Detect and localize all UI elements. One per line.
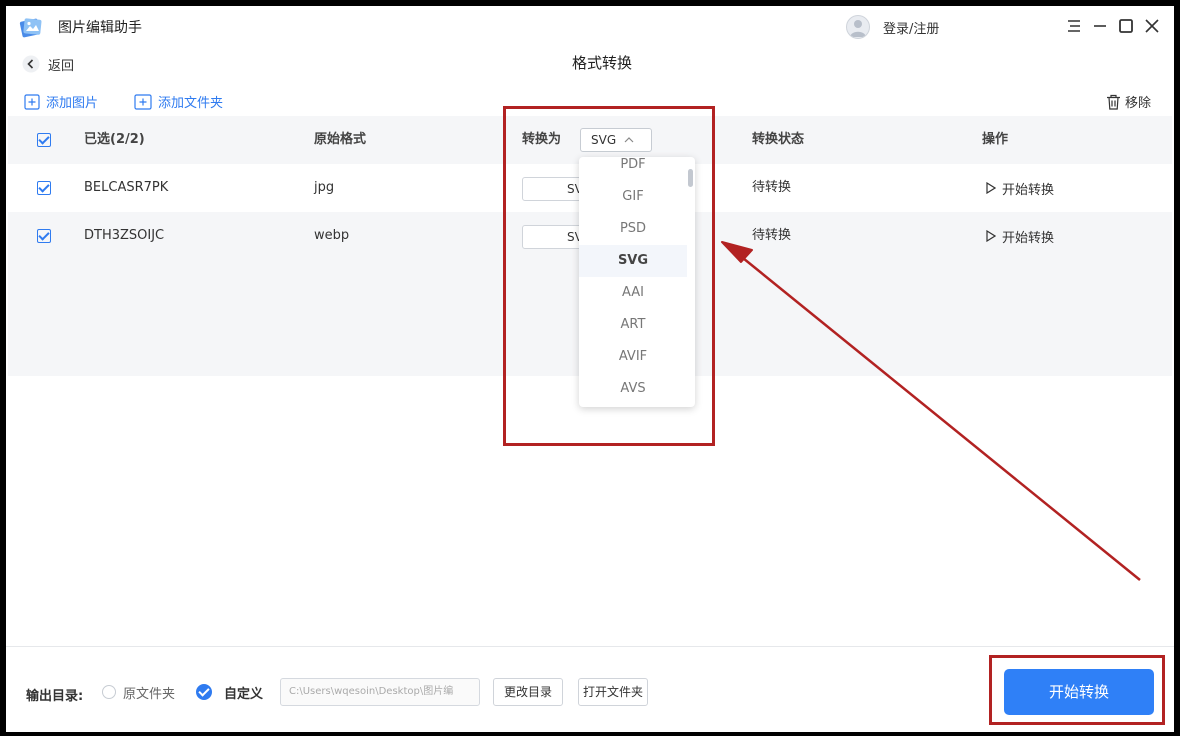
file-status: 待转换 (752, 228, 792, 243)
file-format: jpg (314, 180, 335, 195)
trash-icon (1107, 94, 1120, 110)
file-status: 待转换 (752, 180, 792, 195)
add-image-label: 添加图片 (46, 96, 99, 111)
maximize-icon[interactable] (1116, 16, 1136, 36)
row-checkbox[interactable] (37, 229, 51, 243)
row-checkbox[interactable] (37, 181, 51, 195)
app-title: 图片编辑助手 (58, 20, 142, 36)
menu-icon[interactable] (1064, 16, 1084, 36)
file-name: DTH3ZSOIJC (84, 228, 165, 243)
change-dir-button[interactable]: 更改目录 (493, 678, 563, 706)
row-start-convert-label: 开始转换 (1002, 230, 1055, 246)
row-start-convert-button[interactable]: 开始转换 (986, 212, 1054, 260)
login-register-link[interactable]: 登录/注册 (883, 18, 939, 37)
output-path-input[interactable]: C:\Users\wqesoin\Desktop\图片编 (280, 678, 480, 706)
user-icon (850, 20, 866, 37)
column-header-status: 转换状态 (752, 132, 805, 147)
app-logo-icon (19, 18, 42, 38)
add-image-icon (24, 93, 40, 110)
file-name: BELCASR7PK (84, 180, 169, 195)
select-all-checkbox[interactable] (37, 133, 51, 147)
page-title: 格式转换 (571, 54, 632, 72)
file-format: webp (314, 228, 350, 243)
remove-button[interactable]: 移除 (1106, 92, 1151, 111)
annotation-box-dropdown (503, 106, 715, 446)
remove-label: 移除 (1125, 96, 1152, 111)
app-window: 图片编辑助手 登录/注册 返回 格式转换 添加图片 添加文件夹 移除 已选(2/… (6, 6, 1174, 732)
radio-original-folder-label[interactable]: 原文件夹 (123, 683, 175, 702)
radio-custom[interactable] (196, 684, 212, 700)
column-header-selected: 已选(2/2) (84, 132, 145, 147)
play-icon (986, 230, 996, 242)
radio-original-folder[interactable] (102, 685, 116, 699)
output-dir-label: 输出目录: (26, 689, 84, 704)
open-folder-button[interactable]: 打开文件夹 (578, 678, 648, 706)
add-folder-label: 添加文件夹 (158, 96, 224, 111)
add-image-button[interactable]: 添加图片 (24, 92, 98, 111)
add-folder-icon (134, 93, 152, 110)
row-start-convert-label: 开始转换 (1002, 182, 1055, 198)
avatar[interactable] (846, 15, 870, 39)
row-start-convert-button[interactable]: 开始转换 (986, 164, 1054, 212)
radio-custom-label[interactable]: 自定义 (224, 683, 263, 702)
play-icon (986, 182, 996, 194)
column-header-original-format: 原始格式 (314, 132, 367, 147)
close-icon[interactable] (1142, 16, 1162, 36)
column-header-action: 操作 (982, 132, 1009, 147)
annotation-box-start (989, 655, 1165, 725)
minimize-icon[interactable] (1090, 16, 1110, 36)
add-folder-button[interactable]: 添加文件夹 (134, 92, 223, 111)
